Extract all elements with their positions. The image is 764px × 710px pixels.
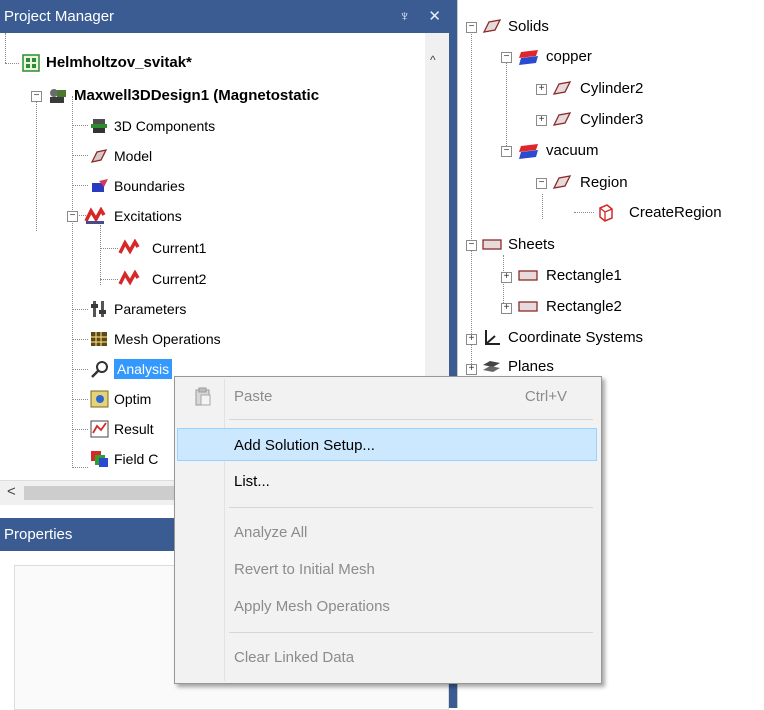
- project-manager-title: Project Manager: [4, 8, 115, 25]
- properties-title: Properties: [4, 526, 73, 543]
- sheet-icon: [518, 301, 538, 312]
- field-overlays-icon: [91, 451, 108, 467]
- expand-toggle[interactable]: +: [466, 364, 477, 375]
- project-icon: [22, 54, 40, 72]
- menu-item-label: Revert to Initial Mesh: [234, 561, 375, 578]
- results-icon: [90, 420, 109, 438]
- project-manager-title-bar: Project Manager ♆ ✕: [0, 0, 449, 33]
- tree-item-label: Maxwell3DDesign1 (Magnetostatic: [74, 87, 320, 104]
- tree-item-excitations[interactable]: Excitations: [0, 201, 420, 231]
- maxwell-design-icon: [50, 89, 66, 103]
- tree-item-label: Region: [580, 174, 628, 191]
- menu-item-label: List...: [234, 473, 270, 490]
- scroll-left-icon[interactable]: <: [7, 483, 16, 500]
- sheet-icon: [518, 270, 538, 281]
- tree-item-label: Excitations: [114, 208, 182, 224]
- tree-item-3d-components[interactable]: 3D Components: [0, 111, 420, 141]
- model-icon: [90, 149, 108, 163]
- parameters-icon: [91, 301, 106, 317]
- expand-toggle[interactable]: +: [466, 334, 477, 345]
- tree-item-label: copper: [546, 48, 592, 65]
- collapse-toggle[interactable]: −: [466, 22, 477, 33]
- analysis-icon: [91, 361, 108, 378]
- tree-item-label: Cylinder3: [580, 111, 644, 128]
- tree-item-label: Model: [114, 148, 153, 164]
- coordinate-system-icon: [485, 330, 500, 345]
- menu-item-label: Clear Linked Data: [234, 649, 355, 666]
- menu-item-label: Apply Mesh Operations: [234, 598, 390, 615]
- tree-item-label: Coordinate Systems: [508, 329, 644, 346]
- excitations-icon: [84, 207, 106, 224]
- tree-item-parameters[interactable]: Parameters: [0, 294, 420, 324]
- solid-icon: [552, 81, 572, 95]
- expand-toggle[interactable]: +: [536, 84, 547, 95]
- tree-item-label: Field C: [114, 451, 159, 467]
- tree-item-label: Boundaries: [114, 178, 185, 194]
- menu-item-add-solution-setup[interactable]: Add Solution Setup...: [177, 428, 597, 461]
- paste-icon: [195, 387, 211, 406]
- tree-item-model[interactable]: Model: [0, 141, 420, 171]
- current-icon: [118, 270, 140, 286]
- current-icon: [118, 239, 140, 255]
- tree-item-label: Analysis: [114, 359, 173, 379]
- tree-item-current1[interactable]: Current1: [0, 233, 420, 263]
- menu-item-apply-mesh-operations[interactable]: Apply Mesh Operations: [177, 590, 597, 623]
- menu-item-label: Paste: [234, 388, 273, 405]
- pin-icon[interactable]: ♆: [399, 8, 410, 25]
- tree-item-label: Mesh Operations: [114, 331, 221, 347]
- scrollbar-thumb[interactable]: [24, 486, 174, 500]
- tree-item-label: Helmholtzov_svitak*: [46, 54, 192, 71]
- tree-item-label: Result: [114, 421, 154, 437]
- tree-item-label: Cylinder2: [580, 80, 644, 97]
- material-icon: [519, 50, 538, 65]
- expand-toggle[interactable]: +: [536, 115, 547, 126]
- scroll-up-icon[interactable]: ^: [430, 53, 436, 67]
- menu-item-analyze-all[interactable]: Analyze All: [177, 516, 597, 549]
- tree-item-boundaries[interactable]: Boundaries: [0, 171, 420, 201]
- solid-icon: [482, 19, 502, 33]
- menu-item-paste[interactable]: Paste Ctrl+V: [177, 380, 597, 413]
- tree-item-label: Optim: [114, 391, 152, 407]
- mesh-operations-icon: [91, 332, 107, 346]
- tree-item-mesh-operations[interactable]: Mesh Operations: [0, 324, 420, 354]
- collapse-toggle[interactable]: −: [466, 240, 477, 251]
- solid-icon: [552, 175, 572, 189]
- optimetrics-icon: [90, 390, 109, 408]
- tree-item-project[interactable]: Helmholtzov_svitak*: [0, 48, 420, 78]
- material-icon: [519, 144, 538, 159]
- expand-toggle[interactable]: +: [501, 272, 512, 283]
- tree-item-label: 3D Components: [114, 118, 216, 134]
- tree-item-label: CreateRegion: [629, 204, 722, 221]
- create-region-icon: [599, 204, 613, 222]
- tree-item-label: Current2: [152, 271, 207, 287]
- context-menu: Paste Ctrl+V Add Solution Setup... List.…: [174, 376, 602, 684]
- collapse-toggle[interactable]: −: [501, 52, 512, 63]
- tree-item-label: Solids: [508, 18, 549, 35]
- menu-item-clear-linked-data[interactable]: Clear Linked Data: [177, 641, 597, 674]
- tree-item-label: Parameters: [114, 301, 187, 317]
- tree-item-current2[interactable]: Current2: [0, 264, 420, 294]
- tree-item-design[interactable]: Maxwell3DDesign1 (Magnetostatic: [0, 81, 420, 111]
- menu-item-revert-to-initial-mesh[interactable]: Revert to Initial Mesh: [177, 553, 597, 586]
- close-icon[interactable]: ✕: [428, 8, 441, 25]
- collapse-toggle[interactable]: −: [536, 178, 547, 189]
- menu-item-list[interactable]: List...: [177, 465, 597, 498]
- boundaries-icon: [92, 179, 108, 192]
- collapse-toggle[interactable]: −: [501, 146, 512, 157]
- tree-item-label: vacuum: [546, 142, 599, 159]
- menu-item-label: Add Solution Setup...: [234, 437, 375, 454]
- solid-icon: [552, 112, 572, 126]
- expand-toggle[interactable]: +: [501, 303, 512, 314]
- menu-item-shortcut: Ctrl+V: [524, 388, 567, 405]
- tree-item-label: Current1: [152, 240, 207, 256]
- menu-item-label: Analyze All: [234, 524, 308, 541]
- planes-icon: [483, 361, 500, 372]
- components-icon: [91, 119, 107, 133]
- sheet-icon: [482, 239, 502, 250]
- tree-item-label: Sheets: [508, 236, 555, 253]
- tree-item-label: Rectangle2: [546, 298, 622, 315]
- tree-item-label: Rectangle1: [546, 267, 622, 284]
